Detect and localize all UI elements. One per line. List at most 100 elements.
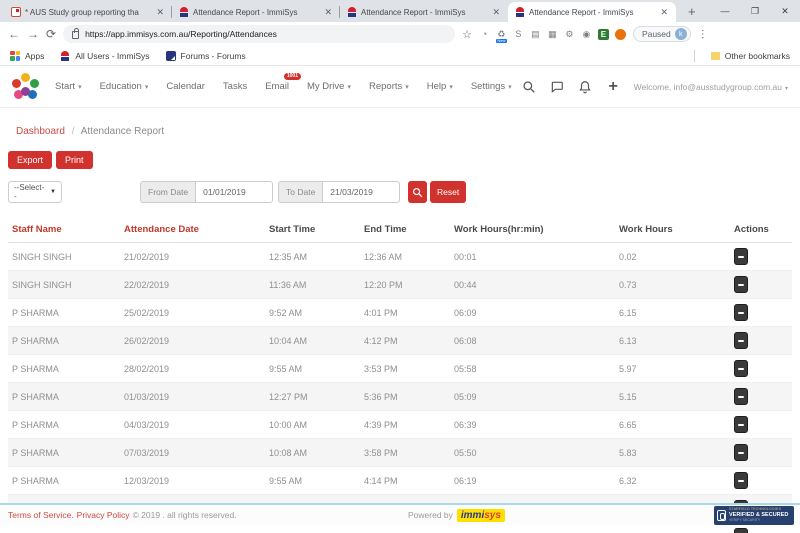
terms-link[interactable]: Terms of Service.: [8, 510, 74, 520]
to-date-input[interactable]: [322, 181, 400, 203]
bookmark-item[interactable]: Forums - Forums: [166, 51, 246, 61]
browser-tab[interactable]: Attendance Report - ImmiSys✕: [340, 2, 508, 22]
row-action-button[interactable]: [734, 248, 748, 265]
browser-tab[interactable]: Attendance Report - ImmiSys ✕: [172, 2, 340, 22]
extension-icon[interactable]: S: [513, 29, 524, 40]
column-header[interactable]: Attendance Date: [120, 217, 265, 243]
cell-end-time: 12:20 PM: [360, 271, 450, 299]
tab-title: Attendance Report - ImmiSys: [193, 8, 319, 17]
column-header[interactable]: Start Time: [265, 217, 360, 243]
bookmark-label: Forums - Forums: [181, 51, 246, 61]
cell-work-hours: 6.15: [615, 299, 730, 327]
extension-icon[interactable]: ◉: [581, 29, 592, 40]
row-action-button[interactable]: [734, 416, 748, 433]
bookmark-item[interactable]: All Users - ImmiSys: [60, 51, 149, 61]
print-button[interactable]: Print: [56, 151, 93, 169]
maximize-button[interactable]: ❐: [740, 6, 770, 17]
browser-menu-icon[interactable]: ⋮: [698, 29, 708, 40]
new-tab-button[interactable]: +: [684, 2, 700, 22]
nav-item-settings[interactable]: Settings: [471, 81, 512, 92]
staff-select-dropdown[interactable]: --Select-- ▼: [8, 181, 62, 203]
row-action-button[interactable]: [734, 388, 748, 405]
nav-item-reports[interactable]: Reports: [369, 81, 409, 92]
minus-icon: [738, 480, 744, 482]
nav-item-my-drive[interactable]: My Drive: [307, 81, 351, 92]
minimize-button[interactable]: —: [710, 6, 740, 16]
sync-paused-chip[interactable]: Paused k: [633, 26, 691, 42]
to-date-label: To Date: [278, 181, 322, 203]
row-action-button[interactable]: [734, 276, 748, 293]
forward-icon[interactable]: →: [27, 28, 39, 40]
cell-start-time: 12:27 PM: [265, 383, 360, 411]
row-action-button[interactable]: [734, 304, 748, 321]
nav-item-calendar[interactable]: Calendar: [166, 81, 205, 92]
tab-favicon-icon: [11, 7, 21, 17]
column-header[interactable]: Actions: [730, 217, 792, 243]
row-action-button[interactable]: [734, 332, 748, 349]
extension-icon[interactable]: ◔: [479, 29, 490, 40]
column-header[interactable]: Work Hours(hr:min): [450, 217, 615, 243]
other-bookmarks[interactable]: Other bookmarks: [711, 51, 790, 61]
column-header[interactable]: Work Hours: [615, 217, 730, 243]
extension-icon[interactable]: ⚙: [564, 29, 575, 40]
minus-icon: [738, 396, 744, 398]
url-field[interactable]: https://app.immisys.com.au/Reporting/Att…: [63, 25, 455, 43]
notifications-bell-icon[interactable]: [578, 79, 593, 94]
nav-item-education[interactable]: Education: [100, 81, 149, 92]
bookmark-star-icon[interactable]: ☆: [462, 28, 472, 41]
page-footer: Terms of Service. Privacy Policy © 2019 …: [0, 503, 800, 525]
breadcrumb-current: Attendance Report: [81, 126, 164, 137]
extension-icon[interactable]: ♻New: [496, 29, 507, 40]
search-icon[interactable]: [522, 79, 537, 94]
search-button[interactable]: [408, 181, 427, 203]
row-action-button[interactable]: [734, 472, 748, 489]
profile-avatar: k: [675, 28, 687, 40]
row-action-button[interactable]: [734, 528, 748, 533]
from-date-input[interactable]: [195, 181, 273, 203]
extension-icon[interactable]: E: [598, 29, 609, 40]
app-logo[interactable]: [12, 73, 39, 100]
cell-start-time: 10:00 AM: [265, 411, 360, 439]
column-header[interactable]: End Time: [360, 217, 450, 243]
tab-close-icon[interactable]: ✕: [323, 7, 333, 18]
export-button[interactable]: Export: [8, 151, 52, 169]
cell-work-hours: 6.13: [615, 327, 730, 355]
cell-work-hours-hrmin: 06:08: [450, 327, 615, 355]
attendance-table-body: SINGH SINGH21/02/201912:35 AM12:36 AM00:…: [8, 243, 792, 533]
other-bookmarks-label: Other bookmarks: [725, 51, 790, 61]
extension-icon[interactable]: ▤: [530, 29, 541, 40]
column-header[interactable]: Staff Name: [8, 217, 120, 243]
tab-close-icon[interactable]: ✕: [491, 7, 501, 18]
cell-attendance-date: 28/02/2019: [120, 355, 265, 383]
row-action-button[interactable]: [734, 360, 748, 377]
nav-item-tasks[interactable]: Tasks: [223, 81, 247, 92]
add-new-icon[interactable]: +: [606, 79, 621, 94]
cell-work-hours-hrmin: 05:09: [450, 383, 615, 411]
close-button[interactable]: ✕: [770, 6, 800, 17]
nav-item-start[interactable]: Start: [55, 81, 82, 92]
browser-tab[interactable]: * AUS Study group reporting tha✕: [4, 2, 172, 22]
window-controls: — ❐ ✕: [710, 0, 800, 22]
breadcrumb-separator: /: [72, 126, 75, 137]
bookmark-item[interactable]: Apps: [10, 51, 44, 61]
nav-item-help[interactable]: Help: [427, 81, 453, 92]
extension-icon[interactable]: ●: [615, 29, 626, 40]
seal-verify: VERIFY SECURITY: [729, 519, 788, 523]
tab-close-icon[interactable]: ✕: [155, 7, 165, 18]
privacy-link[interactable]: Privacy Policy: [77, 510, 130, 520]
nav-item-email[interactable]: Email1001: [265, 81, 289, 92]
welcome-user-menu[interactable]: Welcome, info@ausstudygroup.com.au: [634, 82, 788, 92]
verified-secured-seal[interactable]: STARFIELD TECHNOLOGIES VERIFIED & SECURE…: [714, 506, 794, 525]
back-icon[interactable]: ←: [8, 28, 20, 40]
refresh-icon[interactable]: ⟳: [46, 28, 56, 40]
tab-close-icon[interactable]: ✕: [659, 7, 669, 18]
row-action-button[interactable]: [734, 444, 748, 461]
reset-button[interactable]: Reset: [430, 181, 466, 203]
chat-icon[interactable]: [550, 79, 565, 94]
browser-tab[interactable]: Attendance Report - ImmiSys✕: [508, 2, 676, 22]
bookmark-label: All Users - ImmiSys: [75, 51, 149, 61]
extension-icon[interactable]: ▦: [547, 29, 558, 40]
breadcrumb-dashboard-link[interactable]: Dashboard: [16, 126, 65, 137]
cell-actions: [730, 327, 792, 355]
bookmark-label: Apps: [25, 51, 44, 61]
